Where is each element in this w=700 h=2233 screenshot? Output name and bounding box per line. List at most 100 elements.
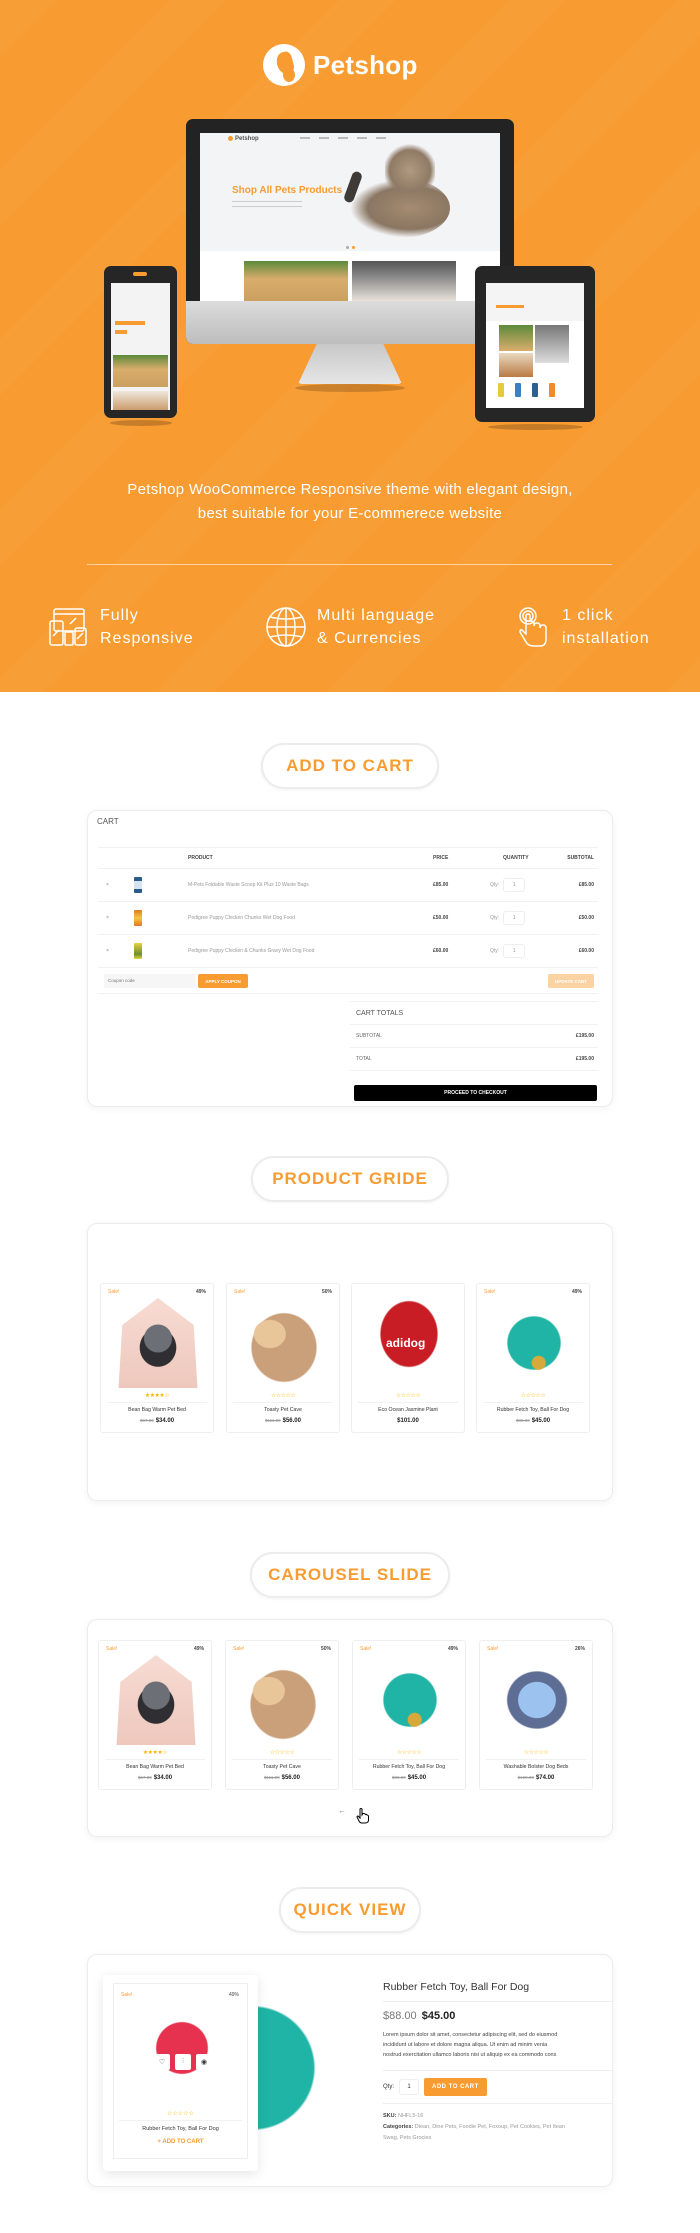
coupon-code-input[interactable]: [104, 974, 196, 988]
product-image[interactable]: [116, 1655, 196, 1745]
product-image[interactable]: [237, 1298, 331, 1388]
discount-badge: 26%: [574, 1646, 585, 1652]
product-price: $111.00 $56.00: [264, 1775, 300, 1781]
remove-item-button[interactable]: ×: [106, 915, 109, 921]
product-image[interactable]: [236, 1655, 330, 1745]
product-image[interactable]: [141, 2004, 223, 2092]
proceed-to-checkout-button[interactable]: PROCEED TO CHECKOUT: [354, 1085, 597, 1101]
product-thumbnail[interactable]: [134, 943, 142, 959]
desktop-monitor-mockup: Petshop Shop All Pets Products: [186, 119, 514, 344]
tablet-product-row: [498, 383, 555, 397]
phone-mockup: [104, 266, 177, 418]
product-card[interactable]: ☆☆☆☆☆ Eco Ocean Jasmine Plant $101.00: [351, 1283, 465, 1433]
phone-mock-button: [115, 330, 127, 334]
tagline-line-1: Petshop WooCommerce Responsive theme wit…: [127, 481, 573, 498]
monitor-shadow: [295, 384, 405, 392]
categories-continued[interactable]: Swag, Pets Grocies: [383, 2133, 612, 2144]
product-hover-actions: ♡ ⫶ ◉: [154, 2054, 212, 2070]
tablet-mock-headline: [496, 305, 524, 308]
sale-badge: Sale!: [360, 1646, 372, 1652]
product-image[interactable]: [362, 1298, 456, 1388]
tablet-mockup: [475, 266, 595, 422]
cart-totals: CART TOTALS SUBTOTAL £195.00 TOTAL £195.…: [350, 1001, 598, 1101]
carousel-product-card[interactable]: Sale! 49% ★★★★☆ Bean Bag Warm Pet Bed $6…: [98, 1640, 212, 1790]
product-thumbnail[interactable]: [134, 910, 142, 926]
eye-icon[interactable]: ◉: [196, 2054, 212, 2070]
sale-price: $45.00: [421, 2010, 456, 2022]
product-image[interactable]: [487, 1298, 581, 1388]
feature-responsive: Fully Responsive: [48, 604, 194, 650]
item-subtotal: £50.00: [578, 915, 594, 921]
cart-table: PRODUCT PRICE QUANTITY SUBTOTAL × M-Pets…: [98, 847, 598, 994]
qty-input[interactable]: 1: [399, 2079, 420, 2095]
qty-input[interactable]: 1: [503, 911, 526, 925]
remove-item-button[interactable]: ×: [106, 882, 109, 888]
rating-stars: ☆☆☆☆☆: [270, 1393, 296, 1399]
feature-text: Multi language & Currencies: [317, 607, 436, 647]
rating-stars: ☆☆☆☆☆: [167, 2111, 194, 2117]
product-name[interactable]: Washable Bolster Dog Beds: [480, 1764, 592, 1770]
product-card[interactable]: Sale! 49% ☆☆☆☆☆ Rubber Fetch Toy, Ball F…: [476, 1283, 590, 1433]
product-name-link[interactable]: Pedigree Puppy Chicken & Chunks Gravy We…: [188, 948, 314, 954]
product-price: $111.00 $56.00: [265, 1418, 301, 1424]
cart-row: × M-Pets Foldable Waste Scoop Kit Plus 1…: [98, 869, 598, 902]
sale-badge: Sale!: [484, 1289, 496, 1295]
product-thumbnail[interactable]: [134, 877, 142, 893]
phone-mock-headline: [115, 321, 145, 325]
qty-field: Qty: 1: [490, 878, 526, 892]
tablet-shadow: [488, 424, 583, 430]
cart-actions: APPLY COUPON UPDATE CART: [98, 968, 598, 994]
carousel-product-card[interactable]: Sale! 50% ☆☆☆☆☆ Toasty Pet Cave $111.00 $…: [225, 1640, 339, 1790]
product-image[interactable]: [118, 1298, 198, 1388]
quick-view-description: Lorem ipsum dolor sit amet, consectetur …: [383, 2030, 612, 2071]
total-row: TOTAL £195.00: [350, 1048, 598, 1071]
hero-tagline: Petshop WooCommerce Responsive theme wit…: [0, 478, 700, 526]
mock-banner-strip: [200, 251, 500, 301]
carousel-product-card[interactable]: Sale! 26% ☆☆☆☆☆ Washable Bolster Dog Bed…: [479, 1640, 593, 1790]
header-subtotal: SUBTOTAL: [567, 855, 594, 861]
product-name[interactable]: Rubber Fetch Toy, Ball For Dog: [114, 2126, 247, 2132]
remove-item-button[interactable]: ×: [106, 948, 109, 954]
feature-text: Fully Responsive: [100, 607, 194, 647]
carousel-prev-arrow[interactable]: ←: [338, 1806, 346, 1815]
heart-icon[interactable]: ♡: [154, 2054, 170, 2070]
product-card[interactable]: Sale! 49% ♡ ⫶ ◉ ☆☆☆☆☆ Rubber Fetch Toy, …: [113, 1983, 248, 2159]
tap-hand-icon: [519, 607, 547, 647]
update-cart-button[interactable]: UPDATE CART: [548, 974, 594, 988]
product-name[interactable]: Rubber Fetch Toy, Ball For Dog: [353, 1764, 465, 1770]
product-name-link[interactable]: Pedigree Puppy Chicken Chunks Wet Dog Fo…: [188, 915, 295, 921]
mock-slider-dots: [346, 246, 355, 249]
product-card[interactable]: Sale! 50% ☆☆☆☆☆ Toasty Pet Cave $111.00 $…: [226, 1283, 340, 1433]
compare-icon[interactable]: ⫶: [175, 2054, 191, 2070]
card-add-to-cart-link[interactable]: + ADD TO CART: [114, 2139, 247, 2145]
feature-installation: 1 click installation: [518, 604, 650, 650]
rating-stars: ☆☆☆☆☆: [520, 1393, 546, 1399]
product-name[interactable]: Bean Bag Warm Pet Bed: [101, 1407, 213, 1413]
rating-stars: ☆☆☆☆☆: [269, 1750, 295, 1756]
category-links[interactable]: Diean, Dine Pets, Foodie Pet, Foxoup, Pe…: [415, 2124, 565, 2130]
sale-badge: Sale!: [234, 1289, 246, 1295]
product-name[interactable]: Bean Bag Warm Pet Bed: [99, 1764, 211, 1770]
product-name[interactable]: Toasty Pet Cave: [227, 1407, 339, 1413]
product-name[interactable]: Toasty Pet Cave: [226, 1764, 338, 1770]
add-to-cart-button[interactable]: ADD TO CART: [424, 2078, 487, 2096]
feature-multilanguage: Multi language & Currencies: [265, 604, 435, 650]
mock-navbar: Petshop: [200, 133, 500, 145]
tagline-line-2: best suitable for your E-commerece websi…: [197, 505, 503, 522]
total-value: £195.00: [575, 1056, 594, 1062]
product-image[interactable]: [490, 1655, 584, 1745]
qty-input[interactable]: 1: [503, 878, 526, 892]
tablet-mock-hero: [486, 283, 584, 321]
product-price: $67.00 $34.00: [139, 1418, 175, 1424]
product-image[interactable]: [363, 1655, 457, 1745]
apply-coupon-button[interactable]: APPLY COUPON: [198, 974, 248, 988]
product-name[interactable]: Rubber Fetch Toy, Ball For Dog: [477, 1407, 589, 1413]
quick-view-details: Rubber Fetch Toy, Ball For Dog $88.00 $4…: [383, 1981, 612, 2144]
item-price: £60.00: [433, 948, 449, 954]
qty-input[interactable]: 1: [503, 944, 526, 958]
discount-badge: 50%: [321, 1289, 332, 1295]
product-card[interactable]: Sale! 49% ★★★★☆ Bean Bag Warm Pet Bed $6…: [100, 1283, 214, 1433]
carousel-product-card[interactable]: Sale! 49% ☆☆☆☆☆ Rubber Fetch Toy, Ball F…: [352, 1640, 466, 1790]
product-name[interactable]: Eco Ocean Jasmine Plant: [352, 1407, 464, 1413]
product-name-link[interactable]: M-Pets Foldable Waste Scoop Kit Plus 10 …: [188, 882, 309, 888]
